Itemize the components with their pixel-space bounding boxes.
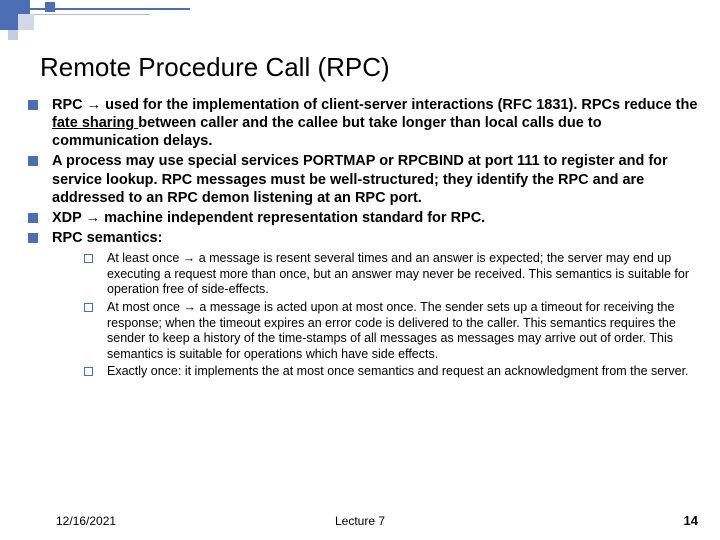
sub-bullet-item: Exactly once: it implements the at most … — [84, 364, 698, 380]
bullet-text: RPC → used for the implementation of cli… — [52, 96, 698, 150]
bullet-item: RPC → used for the implementation of cli… — [28, 96, 698, 150]
bullet-text: XDP → machine independent representation… — [52, 209, 485, 227]
square-bullet-icon — [28, 156, 38, 166]
sub-bullet-item: At most once → a message is acted upon a… — [84, 300, 698, 363]
sub-bullet-item: At least once → a message is resent seve… — [84, 251, 698, 298]
bullet-item: XDP → machine independent representation… — [28, 209, 698, 227]
bullet-item: A process may use special services PORTM… — [28, 152, 698, 206]
square-bullet-icon — [28, 213, 38, 223]
square-bullet-icon — [28, 100, 38, 110]
sub-bullet-text: At least once → a message is resent seve… — [107, 251, 698, 298]
hollow-square-bullet-icon — [84, 367, 93, 376]
footer-lecture: Lecture 7 — [0, 514, 720, 528]
hollow-square-bullet-icon — [84, 303, 93, 312]
square-bullet-icon — [28, 233, 38, 243]
slide-title: Remote Procedure Call (RPC) — [40, 52, 390, 83]
slide-content: RPC → used for the implementation of cli… — [28, 96, 698, 382]
bullet-text: RPC semantics: — [52, 229, 162, 247]
sub-bullet-text: At most once → a message is acted upon a… — [107, 300, 698, 363]
sub-bullet-list: At least once → a message is resent seve… — [84, 251, 698, 380]
sub-bullet-text: Exactly once: it implements the at most … — [107, 364, 689, 380]
footer-page-number: 14 — [684, 513, 698, 528]
hollow-square-bullet-icon — [84, 254, 93, 263]
bullet-text: A process may use special services PORTM… — [52, 152, 698, 206]
corner-decoration — [0, 0, 200, 40]
bullet-item: RPC semantics: — [28, 229, 698, 247]
